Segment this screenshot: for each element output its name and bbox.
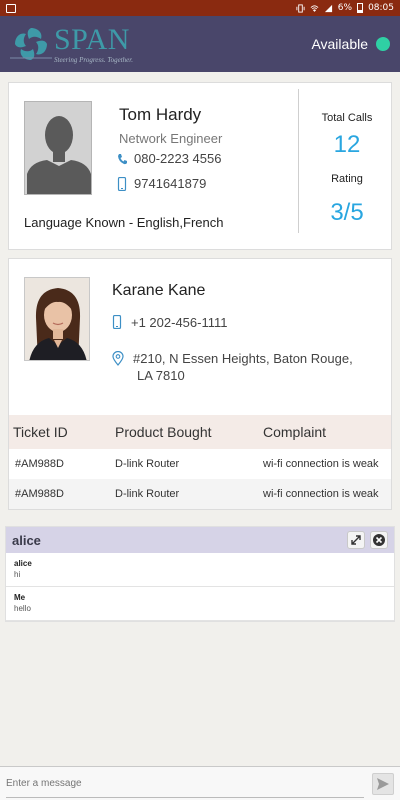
total-calls-value: 12 <box>333 131 361 158</box>
customer-avatar <box>24 277 90 361</box>
rating-label: Rating <box>331 173 363 185</box>
status-bar: 6% 08:05 <box>0 0 400 16</box>
message-sender: Me <box>14 593 26 602</box>
agent-languages: Language Known - English,French <box>24 215 224 230</box>
ticket-table-header: Ticket ID Product Bought Complaint <box>9 415 391 449</box>
customer-address-line2: LA 7810 <box>137 368 185 383</box>
chat-message: Me hello <box>6 587 394 621</box>
clock: 08:05 <box>368 3 394 13</box>
agent-name: Tom Hardy <box>119 105 202 124</box>
message-text: hello <box>14 604 31 613</box>
agent-phone-row[interactable]: 080-2223 4556 <box>117 151 221 166</box>
rating-value: 3/5 <box>330 199 364 226</box>
send-icon <box>377 777 389 790</box>
availability-status-dot <box>376 37 390 51</box>
availability-toggle[interactable]: Available <box>311 36 390 52</box>
person-placeholder-icon <box>25 102 91 194</box>
complaint-cell: wi-fi connection is weak <box>263 488 379 500</box>
send-button[interactable] <box>372 772 394 795</box>
customer-card: Karane Kane +1 202-456-1111 #210, N Esse… <box>8 258 392 510</box>
customer-phone: +1 202-456-1111 <box>131 315 228 330</box>
customer-photo-icon <box>25 278 89 360</box>
status-bar-right: 6% 08:05 <box>296 3 394 13</box>
chat-window: alice alice hi Me hello <box>5 526 395 622</box>
agent-mobile: 9741641879 <box>134 176 207 191</box>
table-row[interactable]: #AM988D D-link Router wi-fi connection i… <box>9 479 391 509</box>
complaint-cell: wi-fi connection is weak <box>263 458 379 470</box>
agent-mobile-row[interactable]: 9741641879 <box>117 176 206 191</box>
close-chat-button[interactable] <box>370 531 388 549</box>
ticket-id-cell: #AM988D <box>15 488 64 500</box>
battery-icon <box>357 3 364 13</box>
mobile-icon <box>112 315 122 329</box>
expand-icon <box>351 535 361 545</box>
availability-label: Available <box>311 36 368 52</box>
stats-divider <box>298 89 299 233</box>
column-header-ticket-id: Ticket ID <box>13 424 68 440</box>
logo-mark-icon <box>10 28 52 60</box>
customer-address-row: #210, N Essen Heights, Baton Rouge, LA 7… <box>112 351 353 383</box>
column-header-product: Product Bought <box>115 424 212 440</box>
product-cell: D-link Router <box>115 488 180 500</box>
customer-address-line1: #210, N Essen Heights, Baton Rouge, <box>133 351 353 366</box>
wifi-icon <box>310 4 319 12</box>
expand-button[interactable] <box>347 531 365 549</box>
gallery-notification-icon <box>6 3 16 13</box>
location-pin-icon <box>112 351 124 366</box>
message-input[interactable] <box>6 769 364 798</box>
total-calls-label: Total Calls <box>321 112 373 124</box>
phone-icon <box>118 153 127 164</box>
column-header-complaint: Complaint <box>263 424 327 440</box>
logo-wordmark: SPAN <box>54 22 130 56</box>
app-header: SPAN Steering Progress. Together. Availa… <box>0 16 400 72</box>
span-logo: SPAN Steering Progress. Together. <box>10 22 133 66</box>
logo-tagline: Steering Progress. Together. <box>54 55 133 64</box>
message-composer <box>0 766 400 800</box>
close-icon <box>373 534 385 546</box>
agent-phone: 080-2223 4556 <box>134 151 222 166</box>
customer-name: Karane Kane <box>112 282 206 299</box>
message-text: hi <box>14 570 21 579</box>
signal-icon <box>324 4 332 12</box>
chat-header: alice <box>6 527 394 553</box>
agent-role: Network Engineer <box>119 131 223 146</box>
mobile-icon <box>117 176 127 191</box>
vibrate-icon <box>296 3 305 13</box>
product-cell: D-link Router <box>115 458 180 470</box>
message-sender: alice <box>14 559 32 568</box>
agent-avatar <box>24 101 92 195</box>
agent-profile-card: Tom Hardy Network Engineer 080-2223 4556… <box>8 82 392 250</box>
chat-title: alice <box>12 532 41 548</box>
table-row[interactable]: #AM988D D-link Router wi-fi connection i… <box>9 449 391 479</box>
chat-message: alice hi <box>6 553 394 587</box>
battery-percent: 6% <box>337 3 353 13</box>
customer-phone-row[interactable]: +1 202-456-1111 <box>112 315 228 330</box>
ticket-id-cell: #AM988D <box>15 458 64 470</box>
